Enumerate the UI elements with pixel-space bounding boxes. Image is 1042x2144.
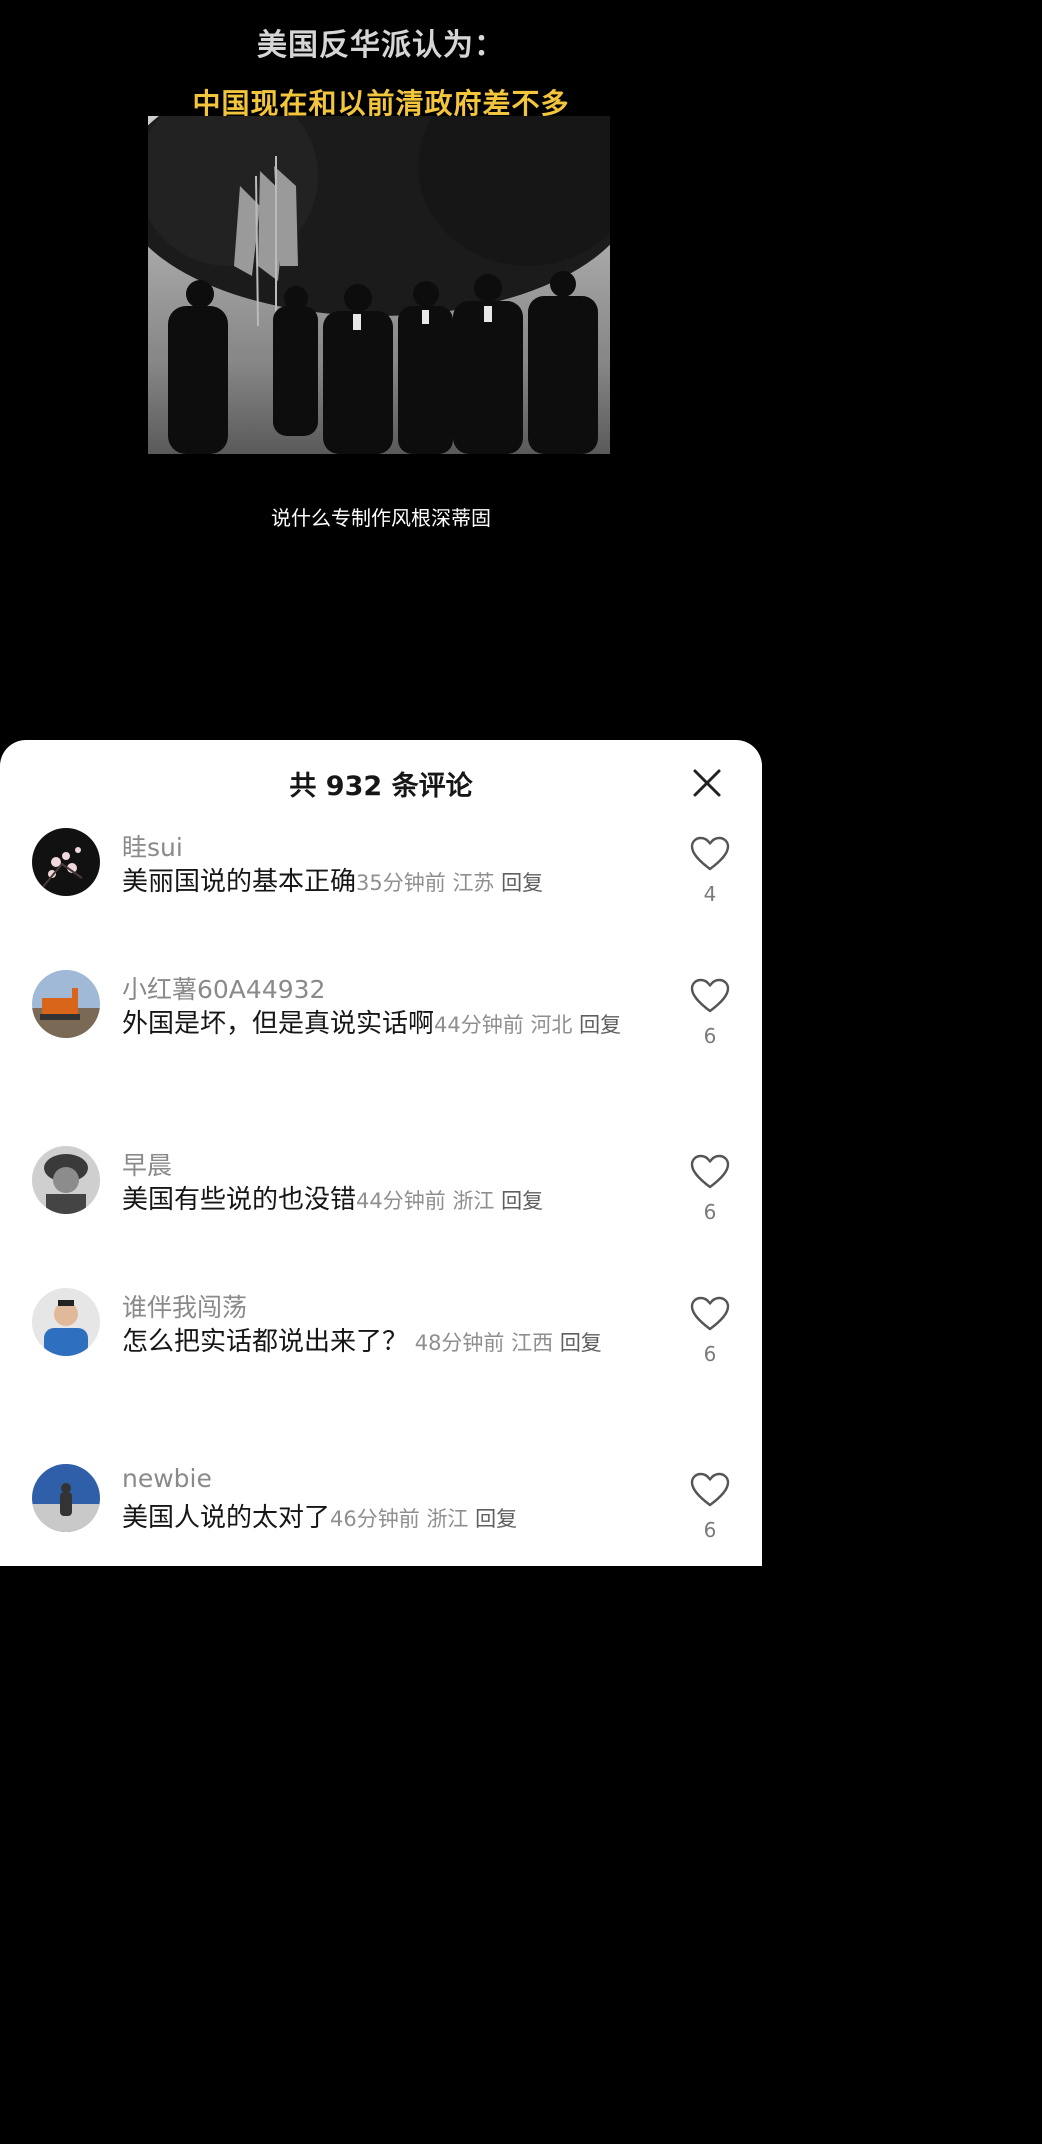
comment-username[interactable]: 小红薯60A44932	[122, 970, 325, 1006]
like-button[interactable]: 6	[688, 1154, 732, 1224]
like-button[interactable]: 4	[688, 836, 732, 906]
comment-body: 美国有些说的也没错44分钟前 浙江 回复	[122, 1182, 662, 1220]
heart-icon	[690, 836, 730, 871]
comment-text: 美国有些说的也没错	[122, 1185, 357, 1215]
comments-sheet: 共 932 条评论 眭sui 美丽国说的基本正确35分钟前 江苏 回复 4 小红…	[0, 740, 762, 1566]
comment-username[interactable]: 谁伴我闯荡	[122, 1288, 247, 1324]
avatar[interactable]	[32, 1288, 100, 1356]
reply-button[interactable]: 回复	[579, 1013, 621, 1037]
comment-body: 美丽国说的基本正确35分钟前 江苏 回复	[122, 864, 662, 902]
avatar[interactable]	[32, 1464, 100, 1532]
close-icon[interactable]	[690, 766, 724, 800]
comment-time: 44分钟前	[434, 1013, 524, 1037]
like-button[interactable]: 6	[688, 1472, 732, 1542]
comment-username[interactable]: 早晨	[122, 1146, 172, 1182]
like-count: 6	[703, 1024, 717, 1048]
video-player[interactable]: 美国反华派认为： 中国现在和以前清政府差不多 说什么专制作风根深蒂固	[0, 0, 762, 760]
reply-button[interactable]: 回复	[501, 871, 543, 895]
heart-icon	[690, 1472, 730, 1507]
avatar[interactable]	[32, 970, 100, 1038]
like-count: 6	[703, 1342, 717, 1366]
comment-body: 外国是坏，但是真说实话啊44分钟前 河北 回复	[122, 1006, 662, 1044]
comment-time: 44分钟前	[356, 1189, 446, 1213]
video-frame-image	[148, 116, 610, 454]
avatar[interactable]	[32, 1146, 100, 1214]
comment-username[interactable]: 眭sui	[122, 828, 183, 864]
video-headline-line1: 美国反华派认为：	[257, 28, 505, 63]
like-count: 4	[703, 882, 717, 906]
comments-count-title: 共 932 条评论	[289, 771, 473, 802]
comment-text: 怎么把实话都说出来了？	[122, 1327, 409, 1357]
comment-body: 怎么把实话都说出来了？ 48分钟前 江西 回复	[122, 1324, 662, 1362]
comment-location: 江西	[511, 1331, 554, 1355]
comment-location: 河北	[530, 1013, 573, 1037]
comment-time: 35分钟前	[356, 871, 446, 895]
like-count: 6	[703, 1518, 717, 1542]
video-subtitle: 说什么专制作风根深蒂固	[271, 506, 491, 530]
comment-location: 江苏	[452, 871, 495, 895]
like-button[interactable]: 6	[688, 978, 732, 1048]
reply-button[interactable]: 回复	[560, 1331, 602, 1355]
comment-location: 浙江	[426, 1507, 469, 1531]
heart-icon	[690, 1154, 730, 1189]
like-count: 6	[703, 1200, 717, 1224]
comment-username[interactable]: newbie	[122, 1464, 212, 1493]
comment-location: 浙江	[452, 1189, 495, 1213]
avatar[interactable]	[32, 828, 100, 896]
comment-text: 美国人说的太对了	[122, 1503, 331, 1533]
comment-body: 美国人说的太对了46分钟前 浙江 回复	[122, 1500, 662, 1538]
heart-icon	[690, 1296, 730, 1331]
heart-icon	[690, 978, 730, 1013]
comment-time: 46分钟前	[330, 1507, 420, 1531]
reply-button[interactable]: 回复	[475, 1507, 517, 1531]
comment-time: 48分钟前	[414, 1331, 505, 1355]
comment-text: 外国是坏，但是真说实话啊	[122, 1009, 435, 1039]
reply-button[interactable]: 回复	[501, 1189, 543, 1213]
comment-text: 美丽国说的基本正确	[122, 867, 357, 897]
like-button[interactable]: 6	[688, 1296, 732, 1366]
